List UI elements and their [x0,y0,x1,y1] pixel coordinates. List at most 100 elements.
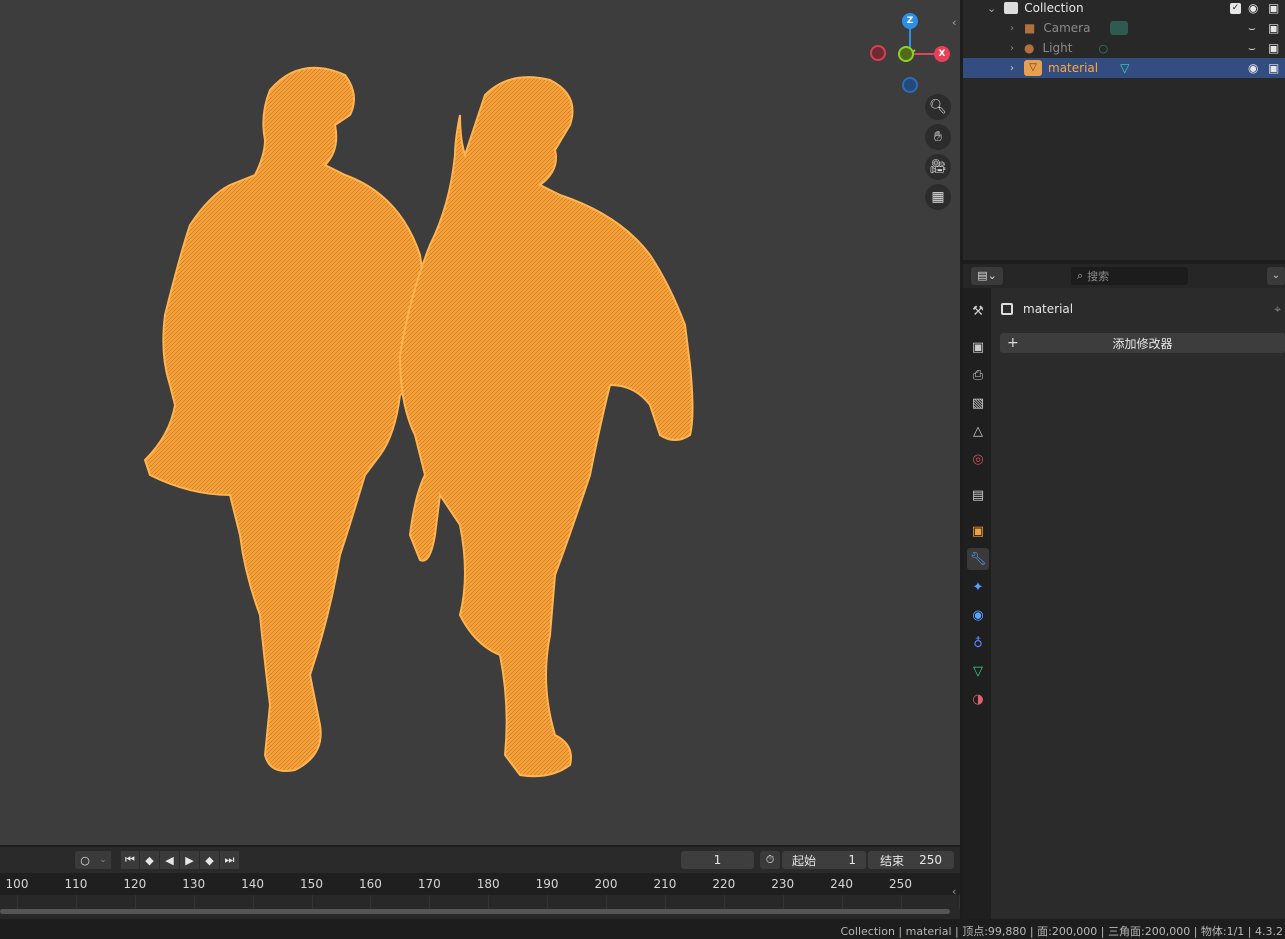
view-layer-icon[interactable]: ▧ [967,392,989,414]
pin-icon[interactable]: ⌖ [1274,302,1281,317]
frame-tick-label: 140 [241,877,265,891]
timeline-gridline [723,895,725,909]
frame-tick-label: 240 [830,877,854,891]
eye-icon[interactable]: ◉ [1248,1,1258,15]
properties-search-input[interactable]: ⌕ 搜索 [1071,267,1188,285]
jump-end-icon[interactable]: ⏭︎ [220,851,239,869]
soldier-statue-mesh[interactable] [130,55,700,785]
jump-start-icon[interactable]: ⏮︎ [121,851,139,869]
properties-header: ▤⌄ ⌕ 搜索 ⌄ [963,264,1285,288]
sidebar-toggle-icon[interactable]: ‹ [952,16,956,29]
search-placeholder: 搜索 [1087,270,1110,283]
frame-tick-label: 210 [653,877,677,891]
material-icon[interactable]: ◑ [967,688,989,710]
properties-tab-bar: ⚒ ▣ ⎙ ▧ △ ◎ ▤ ▣ 🔧︎ ✦ ◉ ♁ ▽ ◑ [963,288,991,919]
play-reverse-icon[interactable]: ◀ [160,851,179,869]
frame-tick-label: 250 [889,877,912,891]
timeline-ruler[interactable]: 100 110 120 130 140 150 160 170 180 190 200 210 220 2… [0,873,960,895]
collapse-chevron-icon[interactable]: ⌄ [987,2,996,15]
constraints-icon[interactable]: ♁ [967,632,989,654]
camera-render-icon[interactable]: ▣ [1268,41,1279,55]
frame-end-field[interactable]: 结束 250 [868,851,954,869]
expand-chevron-icon[interactable]: › [1010,23,1014,34]
timeline-scrollbar[interactable] [0,909,950,914]
axis-y-ball[interactable] [898,46,914,62]
zoom-icon[interactable]: 🔍︎ [925,94,951,120]
outliner-material-label: material [1048,61,1099,75]
timeline-gridline [959,895,961,909]
collection-icon[interactable]: ▤ [967,484,989,506]
properties-panel: ▤⌄ ⌕ 搜索 ⌄ ⚒ ▣ ⎙ ▧ △ ◎ ▤ ▣ 🔧︎ ✦ ◉ ♁ ▽ ◑ m… [963,264,1285,919]
axis-neg-z-ball[interactable] [902,77,918,93]
physics-icon[interactable]: ◉ [967,604,989,626]
3d-viewport[interactable]: Z X 🔍︎ ✋︎ 🎥︎ ▦ ‹ [0,0,960,845]
light-object-icon: ● [1024,41,1035,55]
frame-start-field[interactable]: 起始 1 [782,851,866,869]
timeline-gridline [75,895,77,909]
camera-render-icon[interactable]: ▣ [1268,1,1279,15]
light-data-icon: ○ [1098,41,1109,55]
current-frame-field[interactable]: 1 [681,851,754,869]
keying-dropdown-icon[interactable]: ⌄ [95,851,111,869]
play-icon[interactable]: ▶ [180,851,199,869]
timeline-gridline [134,895,136,909]
grid-perspective-icon[interactable]: ▦ [925,184,951,210]
outliner-item-material[interactable]: › ▽ material ▽ ◉ ▣ [963,58,1285,78]
modifier-wrench-icon[interactable]: 🔧︎ [967,548,989,570]
object-name-row: material ⌖ [1001,300,1285,318]
timeline-gridline [311,895,313,909]
hidden-eye-icon[interactable]: ⌣ [1248,41,1256,56]
outliner-item-camera[interactable]: › ■ Camera ⌣ ▣ [963,18,1285,38]
eye-icon[interactable]: ◉ [1248,61,1258,75]
frame-tick-label: 130 [182,877,206,891]
camera-view-icon[interactable]: 🎥︎ [925,154,951,180]
next-keyframe-icon[interactable]: ◆ [200,851,219,869]
timeline-collapse-icon[interactable]: ‹ [952,885,956,898]
timeline-gridline [900,895,902,909]
expand-chevron-icon[interactable]: › [1010,43,1014,54]
render-icon[interactable]: ▣ [967,336,989,358]
options-dropdown-icon[interactable]: ⌄ [1267,267,1285,285]
frame-tick-label: 160 [358,877,382,891]
object-icon [1001,303,1013,315]
timeline-track[interactable] [0,895,961,919]
frame-end-label: 结束 [880,853,905,868]
camera-data-icon [1110,21,1129,35]
collection-icon [1004,2,1019,14]
frame-tick-label: 170 [417,877,441,891]
frame-tick-label: 100 [5,877,29,891]
search-icon: ⌕ [1077,269,1084,282]
keying-toggle[interactable]: ○ [75,851,95,869]
status-text: Collection | material | 顶点:99,880 | 面:20… [840,925,1284,938]
editor-type-dropdown[interactable]: ▤⌄ [971,267,1003,285]
expand-chevron-icon[interactable]: › [1010,63,1014,74]
timeline-gridline [606,895,607,909]
frame-tick-label: 220 [712,877,736,891]
timeline-gridline [17,895,18,909]
stopwatch-icon[interactable]: ⏱︎ [760,851,780,869]
add-modifier-button[interactable]: + 添加修改器 [1000,333,1285,353]
prev-keyframe-icon[interactable]: ◆ [140,851,159,869]
collection-checkbox[interactable]: ✓ [1230,2,1241,14]
particles-icon[interactable]: ✦ [967,576,989,598]
axis-neg-x-ball[interactable] [870,45,886,61]
status-bar: Collection | material | 顶点:99,880 | 面:20… [0,919,1285,939]
mesh-data-icon[interactable]: ▽ [967,660,989,682]
navigation-gizmo[interactable]: Z X [865,10,955,100]
output-icon[interactable]: ⎙ [967,364,989,386]
pan-hand-icon[interactable]: ✋︎ [925,124,951,150]
outliner-item-light[interactable]: › ● Light ○ ⌣ ▣ [963,38,1285,58]
timeline-gridline [547,895,549,909]
frame-start-label: 起始 [792,853,817,868]
timeline-gridline [664,895,666,909]
scene-icon[interactable]: △ [967,420,989,442]
tool-icon[interactable]: ⚒ [967,300,989,322]
world-icon[interactable]: ◎ [967,448,989,470]
outliner-collection-row[interactable]: ⌄ Collection ✓ ◉ ▣ [963,0,1285,18]
camera-render-icon[interactable]: ▣ [1268,61,1279,75]
object-icon[interactable]: ▣ [967,520,989,542]
axis-z-ball[interactable]: Z [902,13,918,29]
axis-x-ball[interactable]: X [934,46,950,62]
camera-render-icon[interactable]: ▣ [1268,21,1279,35]
hidden-eye-icon[interactable]: ⌣ [1248,21,1256,36]
